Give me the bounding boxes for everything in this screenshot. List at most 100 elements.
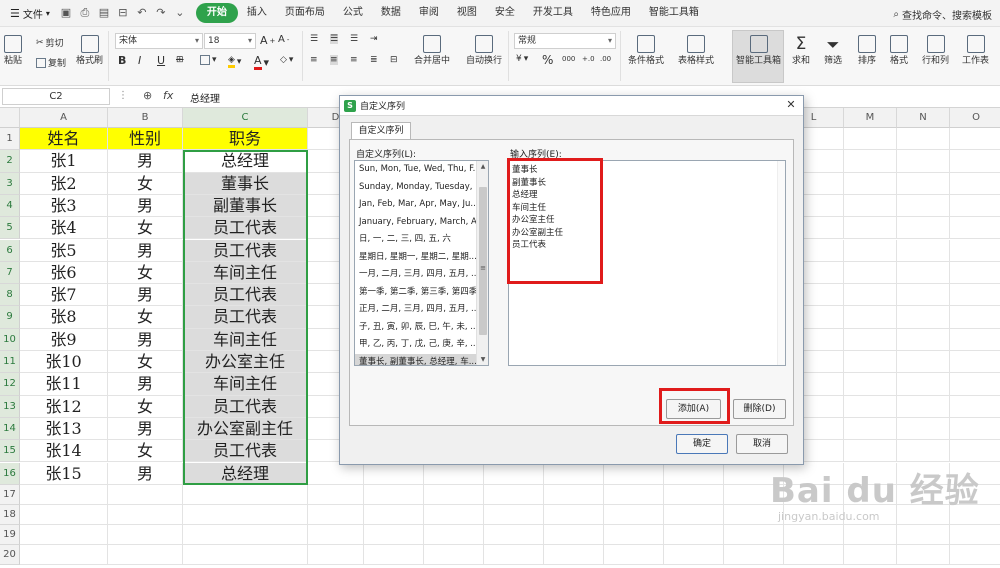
empty-cell[interactable]	[424, 462, 484, 485]
empty-cell[interactable]	[20, 504, 108, 525]
empty-cell[interactable]	[844, 172, 897, 195]
customize-toolbar-icon[interactable]: ⌄	[174, 7, 186, 19]
column-header[interactable]: A	[20, 108, 108, 128]
empty-cell[interactable]	[844, 128, 897, 151]
empty-cell[interactable]	[784, 544, 844, 565]
conditional-format-button[interactable]: 条件格式	[628, 35, 664, 67]
header-cell[interactable]: 性别	[108, 128, 183, 151]
empty-cell[interactable]	[844, 328, 897, 351]
empty-cell[interactable]	[950, 525, 1000, 545]
table-cell[interactable]: 张10	[20, 351, 108, 374]
empty-cell[interactable]	[664, 504, 724, 525]
empty-cell[interactable]	[544, 544, 604, 565]
empty-cell[interactable]	[844, 544, 897, 565]
table-cell[interactable]: 张15	[20, 462, 108, 485]
table-cell[interactable]: 张4	[20, 217, 108, 240]
sum-button[interactable]: Σ 求和	[792, 35, 810, 67]
table-cell[interactable]: 车间主任	[183, 373, 308, 396]
table-cell[interactable]: 女	[108, 351, 183, 374]
align-right-button[interactable]: ≡	[350, 55, 358, 65]
format-painter-button[interactable]: 格式刷	[76, 35, 103, 67]
row-header[interactable]: 11	[0, 351, 20, 374]
decrease-decimal-button[interactable]: .00	[600, 55, 611, 63]
row-header[interactable]: 16	[0, 462, 20, 485]
empty-cell[interactable]	[183, 484, 308, 505]
empty-cell[interactable]	[784, 524, 844, 545]
empty-cell[interactable]	[897, 373, 950, 396]
empty-cell[interactable]	[308, 504, 364, 525]
column-header[interactable]: N	[897, 108, 950, 128]
empty-cell[interactable]	[897, 417, 950, 441]
row-header[interactable]: 9	[0, 306, 20, 329]
list-item[interactable]: Jan, Feb, Mar, Apr, May, Ju...	[355, 196, 488, 213]
table-cell[interactable]: 张5	[20, 239, 108, 262]
thousands-button[interactable]: 000	[562, 55, 575, 63]
empty-cell[interactable]	[950, 440, 1000, 463]
table-cell[interactable]: 男	[108, 239, 183, 262]
empty-cell[interactable]	[844, 373, 897, 396]
empty-cell[interactable]	[897, 351, 950, 374]
empty-cell[interactable]	[950, 128, 1000, 151]
empty-cell[interactable]	[897, 544, 950, 565]
empty-cell[interactable]	[364, 504, 424, 525]
row-header[interactable]: 10	[0, 328, 20, 351]
table-cell[interactable]: 女	[108, 261, 183, 285]
table-cell[interactable]: 张12	[20, 395, 108, 418]
table-cell[interactable]: 男	[108, 462, 183, 485]
empty-cell[interactable]	[604, 484, 664, 505]
scroll-up-icon[interactable]: ▲	[477, 163, 488, 170]
column-header[interactable]: O	[950, 108, 1000, 128]
empty-cell[interactable]	[664, 484, 724, 505]
row-header[interactable]: 2	[0, 150, 20, 173]
column-header[interactable]: C	[183, 108, 308, 128]
table-cell[interactable]: 车间主任	[183, 328, 308, 351]
table-cell[interactable]: 员工代表	[183, 239, 308, 262]
font-size-select[interactable]: 18	[204, 33, 256, 49]
row-header[interactable]: 1	[0, 128, 20, 151]
merge-center-button[interactable]: 合并居中	[414, 35, 450, 67]
table-cell[interactable]: 男	[108, 150, 183, 173]
currency-button[interactable]: ¥ ▾	[516, 54, 528, 64]
empty-cell[interactable]	[950, 329, 1000, 351]
worksheet-button[interactable]: 工作表	[962, 35, 989, 67]
table-cell[interactable]: 女	[108, 440, 183, 463]
empty-cell[interactable]	[844, 194, 897, 218]
row-header[interactable]: 19	[0, 524, 20, 545]
empty-cell[interactable]	[364, 462, 424, 485]
empty-cell[interactable]	[424, 524, 484, 545]
command-search[interactable]: ⌕ 查找命令、搜索模板	[893, 7, 992, 22]
empty-cell[interactable]	[20, 524, 108, 545]
list-entries-textarea[interactable]: 董事长 副董事长 总经理 车间主任 办公室主任 办公室副主任 员工代表	[508, 160, 786, 366]
tab-custom-lists[interactable]: 自定义序列	[351, 122, 411, 139]
table-cell[interactable]: 张2	[20, 172, 108, 195]
row-header[interactable]: 20	[0, 544, 20, 565]
list-item[interactable]: January, February, March, A...	[355, 214, 488, 231]
empty-cell[interactable]	[844, 440, 897, 463]
column-header[interactable]: B	[108, 108, 183, 128]
empty-cell[interactable]	[108, 504, 183, 525]
align-left-button[interactable]: ≡	[310, 55, 318, 65]
empty-cell[interactable]	[664, 544, 724, 565]
border-button[interactable]: ▾	[200, 55, 217, 65]
empty-cell[interactable]	[108, 524, 183, 545]
row-header[interactable]: 3	[0, 172, 20, 195]
table-cell[interactable]: 张9	[20, 328, 108, 351]
tab-6[interactable]: 视图	[448, 3, 486, 23]
table-cell[interactable]: 总经理	[183, 150, 308, 173]
empty-cell[interactable]	[484, 504, 544, 525]
tab-0[interactable]: 开始	[195, 3, 238, 23]
row-header[interactable]: 18	[0, 504, 20, 525]
empty-cell[interactable]	[897, 217, 950, 240]
listbox-scrollbar[interactable]: ▲ ≡ ▼	[476, 161, 488, 365]
table-cell[interactable]: 总经理	[183, 462, 308, 485]
table-cell[interactable]: 女	[108, 217, 183, 240]
list-item[interactable]: Sunday, Monday, Tuesday, ...	[355, 179, 488, 196]
table-cell[interactable]: 女	[108, 172, 183, 195]
list-item[interactable]: 一月, 二月, 三月, 四月, 五月, ...	[355, 266, 488, 283]
select-all-corner[interactable]	[0, 108, 20, 128]
empty-cell[interactable]	[183, 544, 308, 565]
empty-cell[interactable]	[897, 150, 950, 173]
empty-cell[interactable]	[844, 395, 897, 418]
table-cell[interactable]: 车间主任	[183, 261, 308, 285]
ok-button[interactable]: 确定	[676, 434, 728, 454]
